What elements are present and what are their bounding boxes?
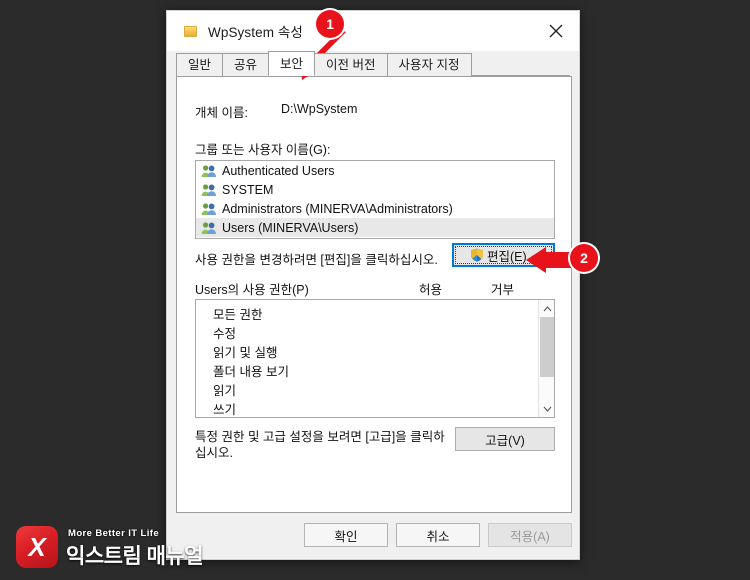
list-item[interactable]: Administrators (MINERVA\Administrators) xyxy=(196,199,554,218)
annotation-badge-1: 1 xyxy=(316,10,344,38)
scrollbar-thumb[interactable] xyxy=(540,317,554,377)
list-item-label: Administrators (MINERVA\Administrators) xyxy=(222,201,453,216)
object-name-label: 개체 이름: xyxy=(195,106,248,120)
watermark-tagline: More Better IT Life xyxy=(68,528,159,539)
properties-dialog: WpSystem 속성 일반 공유 보안 이전 버전 사용자 지정 개체 이름:… xyxy=(166,10,580,560)
tab-previous-versions[interactable]: 이전 버전 xyxy=(314,53,388,76)
security-tab-panel: 개체 이름: D:\WpSystem 그룹 또는 사용자 이름(G): Auth… xyxy=(176,76,572,513)
tab-sharing[interactable]: 공유 xyxy=(222,53,270,76)
users-group-icon xyxy=(201,202,217,216)
object-name-row: 개체 이름: D:\WpSystem xyxy=(195,102,555,121)
ok-button[interactable]: 확인 xyxy=(304,523,388,547)
column-allow: 허용 xyxy=(419,283,443,297)
folder-icon xyxy=(184,25,197,37)
advanced-button[interactable]: 고급(V) xyxy=(455,427,555,451)
annotation-badge-2: 2 xyxy=(570,244,598,272)
watermark-logo-icon: X xyxy=(16,526,58,568)
watermark: X More Better IT Life 익스트림 매뉴얼 xyxy=(16,522,204,570)
list-item-label: SYSTEM xyxy=(222,182,274,197)
list-item[interactable]: 수정 xyxy=(196,325,538,344)
permissions-header: Users의 사용 권한(P) 허용 거부 xyxy=(195,279,555,297)
dialog-footer: 확인 취소 적용(A) xyxy=(167,511,579,559)
list-item[interactable]: SYSTEM xyxy=(196,180,554,199)
cancel-button[interactable]: 취소 xyxy=(396,523,480,547)
list-item[interactable]: Authenticated Users xyxy=(196,161,554,180)
list-item[interactable]: 읽기 xyxy=(196,382,538,401)
permissions-label: Users의 사용 권한(P) xyxy=(195,283,309,297)
tab-customize[interactable]: 사용자 지정 xyxy=(386,53,472,76)
edit-hint-text: 사용 권한을 변경하려면 [편집]을 클릭하십시오. xyxy=(195,253,438,267)
permissions-scrollbar[interactable] xyxy=(538,300,554,417)
users-group-icon xyxy=(201,221,217,235)
list-item[interactable]: 읽기 및 실행 xyxy=(196,344,538,363)
permissions-listbox[interactable]: 모든 권한 수정 읽기 및 실행 폴더 내용 보기 읽기 쓰기 xyxy=(195,299,555,418)
advanced-hint-text: 특정 권한 및 고급 설정을 보려면 [고급]을 클릭하십시오. xyxy=(195,430,445,460)
users-group-icon xyxy=(201,164,217,178)
list-item[interactable]: Users (MINERVA\Users) xyxy=(196,218,554,237)
scroll-up-icon[interactable] xyxy=(539,300,554,317)
permissions-list: 모든 권한 수정 읽기 및 실행 폴더 내용 보기 읽기 쓰기 xyxy=(196,300,538,417)
screenshot-root: WpSystem 속성 일반 공유 보안 이전 버전 사용자 지정 개체 이름:… xyxy=(0,0,750,580)
users-group-icon xyxy=(201,183,217,197)
close-button[interactable] xyxy=(533,11,579,51)
tab-strip: 일반 공유 보안 이전 버전 사용자 지정 xyxy=(176,51,570,76)
apply-button: 적용(A) xyxy=(488,523,572,547)
scrollbar-track[interactable] xyxy=(539,317,554,400)
scroll-down-icon[interactable] xyxy=(539,400,554,417)
list-item[interactable]: 폴더 내용 보기 xyxy=(196,363,538,382)
groups-listbox[interactable]: Authenticated Users SYSTEM Administrator… xyxy=(195,160,555,239)
list-item[interactable]: 쓰기 xyxy=(196,401,538,417)
watermark-name: 익스트림 매뉴얼 xyxy=(66,545,204,568)
close-icon xyxy=(549,24,563,38)
object-name-value: D:\WpSystem xyxy=(281,102,358,116)
groups-label: 그룹 또는 사용자 이름(G): xyxy=(195,143,331,157)
column-deny: 거부 xyxy=(491,283,515,297)
tab-security[interactable]: 보안 xyxy=(268,51,316,76)
list-item[interactable]: 모든 권한 xyxy=(196,306,538,325)
watermark-mark: X xyxy=(28,532,46,562)
tab-general[interactable]: 일반 xyxy=(176,53,224,76)
list-item-label: Authenticated Users xyxy=(222,163,335,178)
title-bar: WpSystem 속성 xyxy=(167,11,579,51)
list-item-label: Users (MINERVA\Users) xyxy=(222,220,359,235)
uac-shield-icon xyxy=(470,248,484,262)
